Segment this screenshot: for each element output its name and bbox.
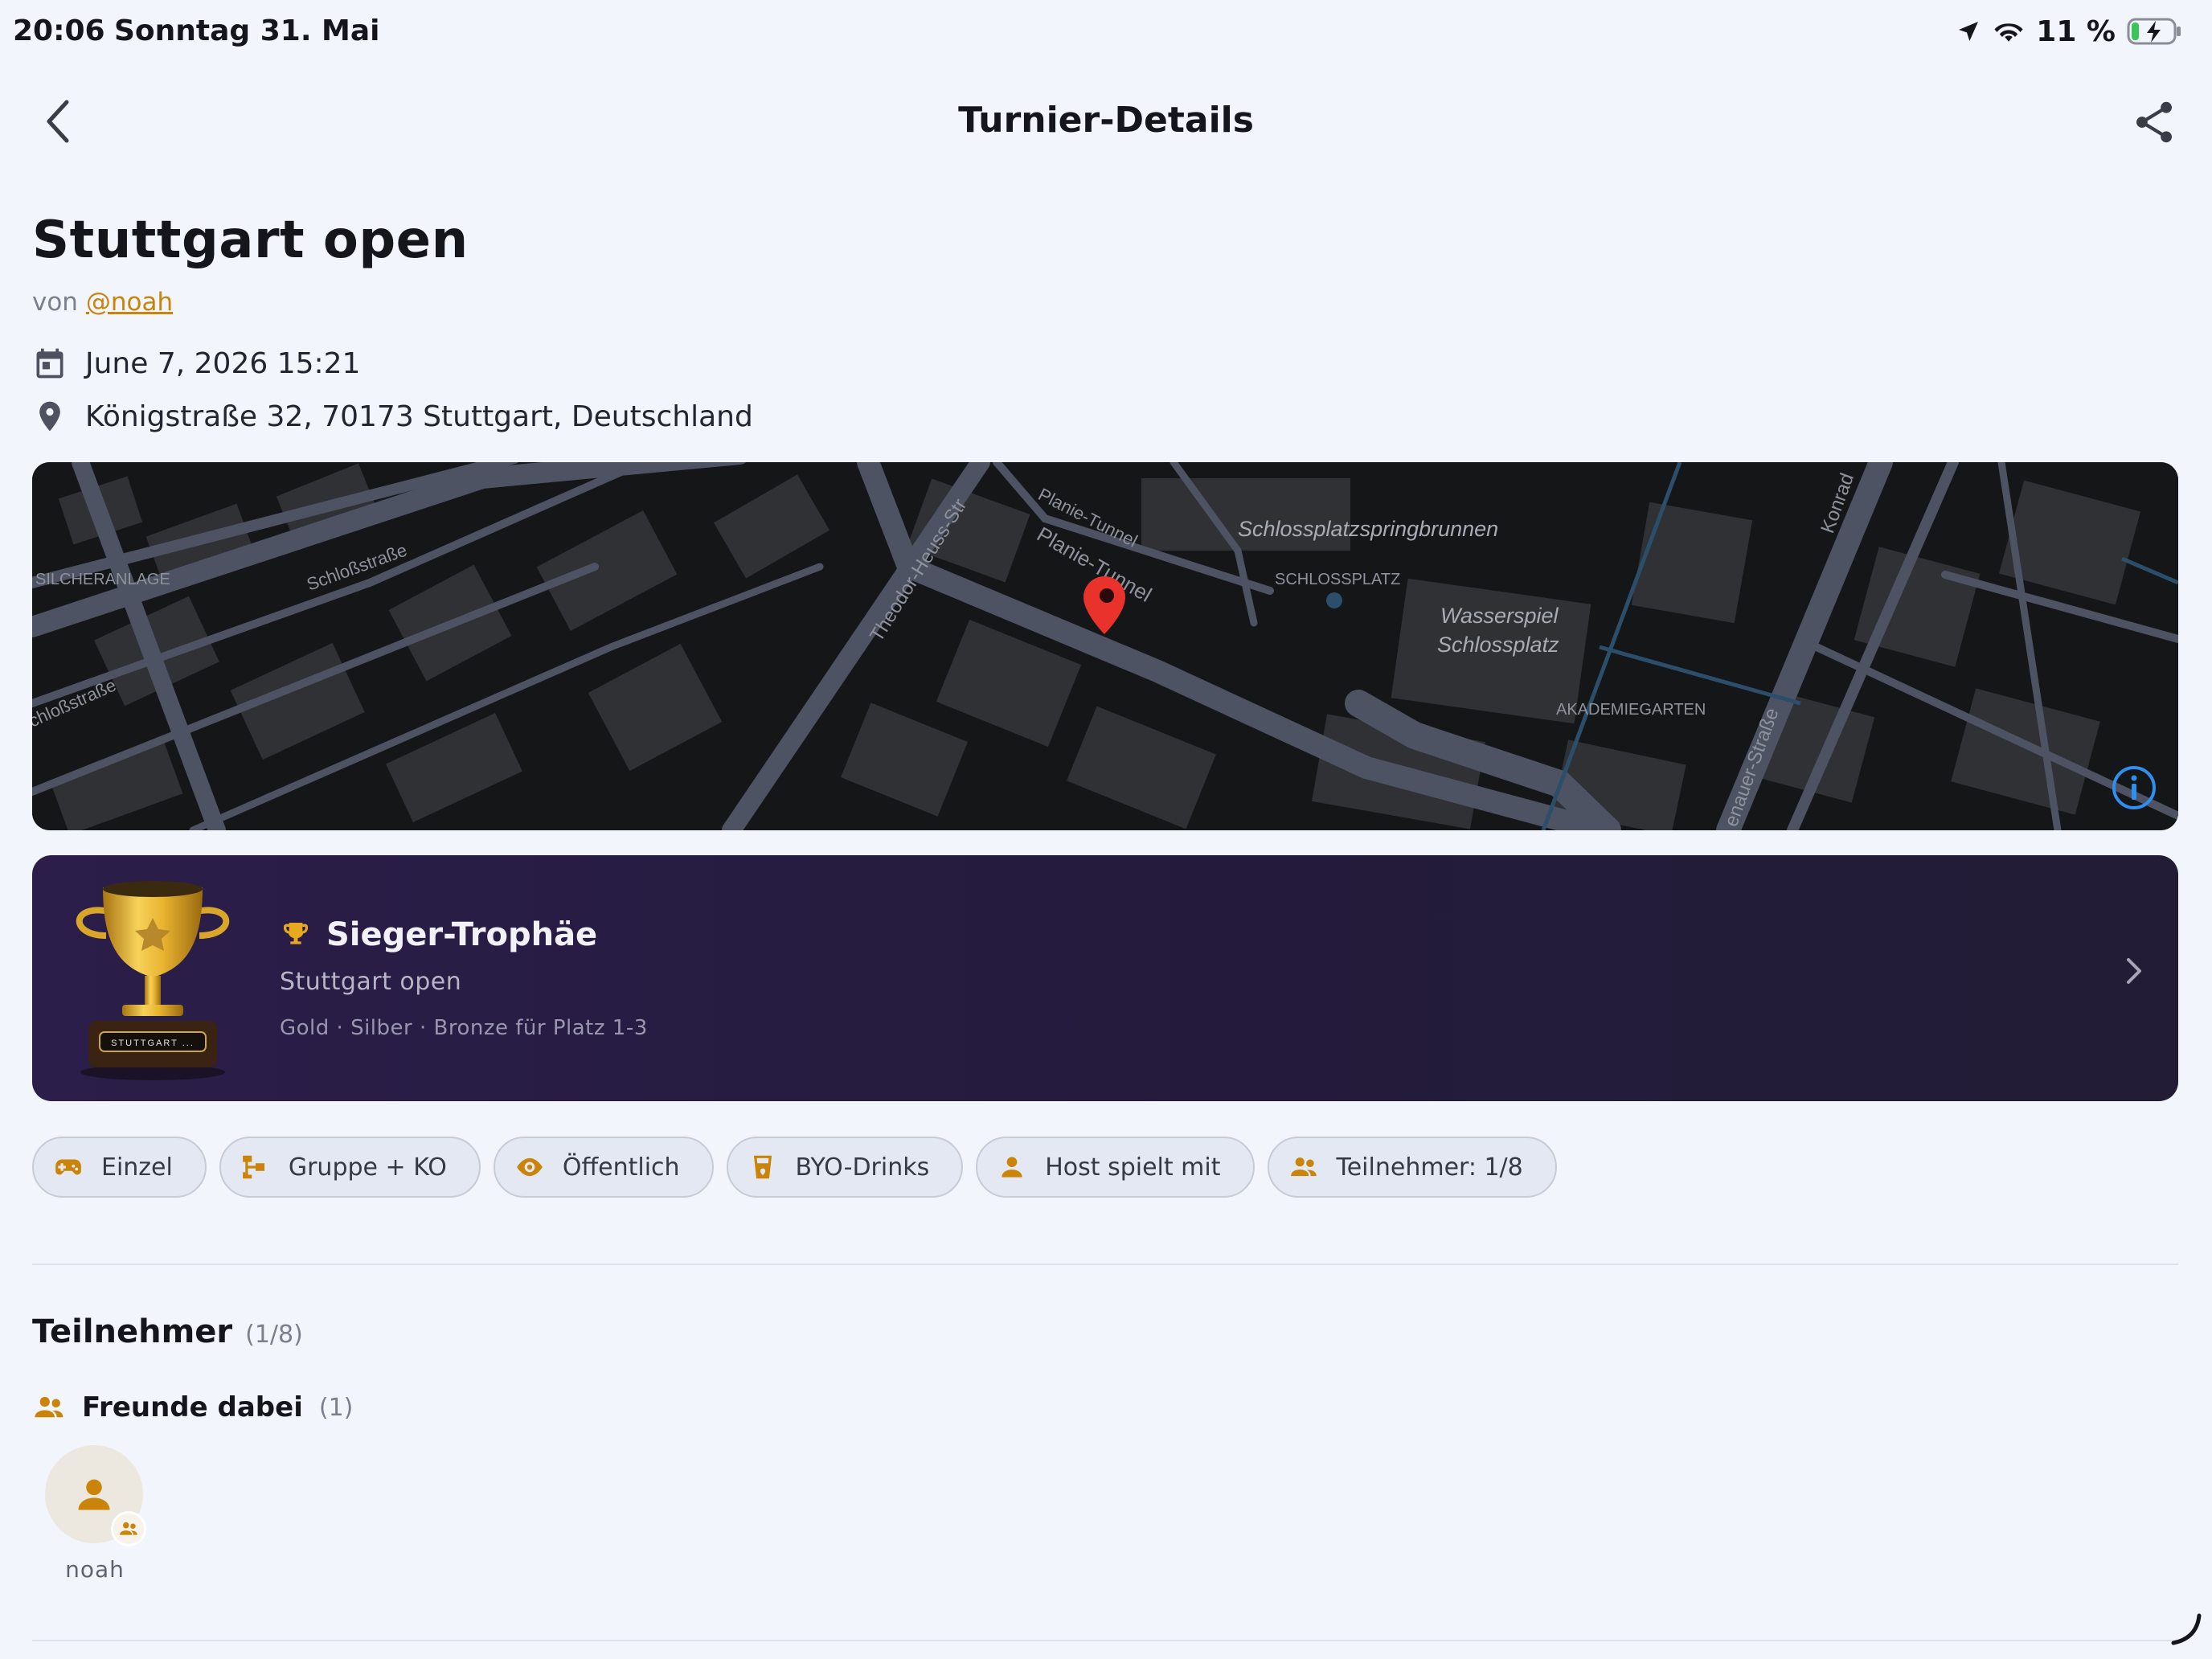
status-date: Sonntag 31. Mai xyxy=(114,14,380,47)
location-arrow-icon xyxy=(1959,22,1979,41)
tournament-datetime: June 7, 2026 15:21 xyxy=(85,346,361,380)
share-button[interactable] xyxy=(2128,96,2180,148)
share-icon xyxy=(2136,101,2172,143)
chip-visibility[interactable]: Öffentlich xyxy=(493,1137,714,1198)
scroll-indicator-icon xyxy=(2171,1613,2202,1645)
chevron-right-icon xyxy=(2127,958,2141,984)
trophy-illustration-icon: STUTTGART ... xyxy=(76,881,230,1080)
user-icon xyxy=(78,1479,110,1510)
trophy-title-row: Sieger-Trophäe xyxy=(280,916,597,953)
map-canvas: SILCHERANLAGE Schloßstraße chloßstraße T… xyxy=(32,462,2178,830)
section-divider-bottom xyxy=(32,1640,2178,1641)
map-label-akademiegarten: AKADEMIEGARTEN xyxy=(1556,701,1706,719)
participants-header: Teilnehmer (1/8) xyxy=(32,1313,303,1350)
map-label-springbrunnen: Schlossplatzspringbrunnen xyxy=(1238,517,1498,541)
participants-count: (1/8) xyxy=(245,1321,303,1349)
participant-name: noah xyxy=(65,1556,125,1583)
location-pin-icon xyxy=(39,401,60,432)
chip-drinks-label: BYO-Drinks xyxy=(795,1153,930,1182)
bracket-icon xyxy=(243,1155,264,1179)
chip-participants-label: Teilnehmer: 1/8 xyxy=(1336,1153,1523,1182)
chip-visibility-label: Öffentlich xyxy=(562,1153,680,1182)
drink-icon xyxy=(753,1155,772,1179)
chip-mode[interactable]: Einzel xyxy=(32,1137,207,1198)
page-header-title: Turnier-Details xyxy=(958,100,1254,141)
person-icon xyxy=(1002,1157,1022,1178)
participants-title: Teilnehmer xyxy=(32,1313,233,1350)
tournament-tags: Einzel Gruppe + KO Öffentlich BYO-Drinks… xyxy=(32,1137,1557,1198)
chip-mode-label: Einzel xyxy=(101,1153,173,1182)
byline-prefix: von xyxy=(32,288,78,317)
status-time: 20:06 xyxy=(13,14,105,47)
friends-count: (1) xyxy=(318,1393,354,1422)
battery-charging-icon xyxy=(2127,18,2181,45)
wifi-icon xyxy=(1994,23,2023,42)
section-divider xyxy=(32,1264,2178,1265)
tournament-address: Königstraße 32, 70173 Stuttgart, Deutsch… xyxy=(85,399,753,433)
trophy-title: Sieger-Trophäe xyxy=(326,916,598,953)
chip-participants[interactable]: Teilnehmer: 1/8 xyxy=(1267,1137,1557,1198)
host-link[interactable]: @noah xyxy=(86,288,173,317)
avatar xyxy=(45,1445,146,1546)
chip-drinks[interactable]: BYO-Drinks xyxy=(726,1137,964,1198)
trophy-plate-text: STUTTGART ... xyxy=(111,1038,195,1048)
friends-group-icon xyxy=(35,1396,63,1418)
chip-host-plays-label: Host spielt mit xyxy=(1045,1153,1221,1182)
status-bar: 20:06 Sonntag 31. Mai 11 % xyxy=(0,0,2212,64)
calendar-icon xyxy=(36,348,63,379)
map-label-wasserspiel-2: Schlossplatz xyxy=(1437,633,1559,657)
gamepad-icon xyxy=(55,1159,81,1175)
battery-percent: 11 % xyxy=(2036,14,2116,48)
friend-badge xyxy=(111,1511,146,1546)
map-label-silcheranlage: SILCHERANLAGE xyxy=(35,571,170,588)
group-icon xyxy=(1290,1157,1317,1177)
trophy-icon xyxy=(283,923,309,944)
date-row: June 7, 2026 15:21 xyxy=(32,346,360,381)
map-label-wasserspiel: Wasserspiel xyxy=(1440,604,1559,628)
location-map[interactable]: SILCHERANLAGE Schloßstraße chloßstraße T… xyxy=(32,462,2178,830)
trophy-card[interactable]: STUTTGART ... Sieger-Trophäe Stuttgart o… xyxy=(32,855,2178,1101)
map-info-icon[interactable] xyxy=(2111,764,2157,811)
chip-format-label: Gruppe + KO xyxy=(288,1153,447,1182)
chip-host-plays[interactable]: Host spielt mit xyxy=(976,1137,1255,1198)
participant-item[interactable]: noah xyxy=(45,1445,146,1583)
eye-icon xyxy=(517,1157,543,1177)
trophy-description: Gold · Silber · Bronze für Platz 1-3 xyxy=(280,1016,648,1040)
friends-header: Freunde dabei (1) xyxy=(32,1391,353,1424)
address-row: Königstraße 32, 70173 Stuttgart, Deutsch… xyxy=(32,399,753,434)
trophy-subtitle: Stuttgart open xyxy=(280,968,462,996)
friends-title: Freunde dabei xyxy=(82,1391,303,1423)
friend-badge-icon xyxy=(120,1522,137,1535)
status-indicators: 11 % xyxy=(1956,13,2183,50)
host-byline: von @noah xyxy=(32,288,173,317)
map-label-schlossplatz: SCHLOSSPLATZ xyxy=(1275,571,1400,588)
chip-format[interactable]: Gruppe + KO xyxy=(219,1137,481,1198)
tournament-title: Stuttgart open xyxy=(32,211,469,270)
